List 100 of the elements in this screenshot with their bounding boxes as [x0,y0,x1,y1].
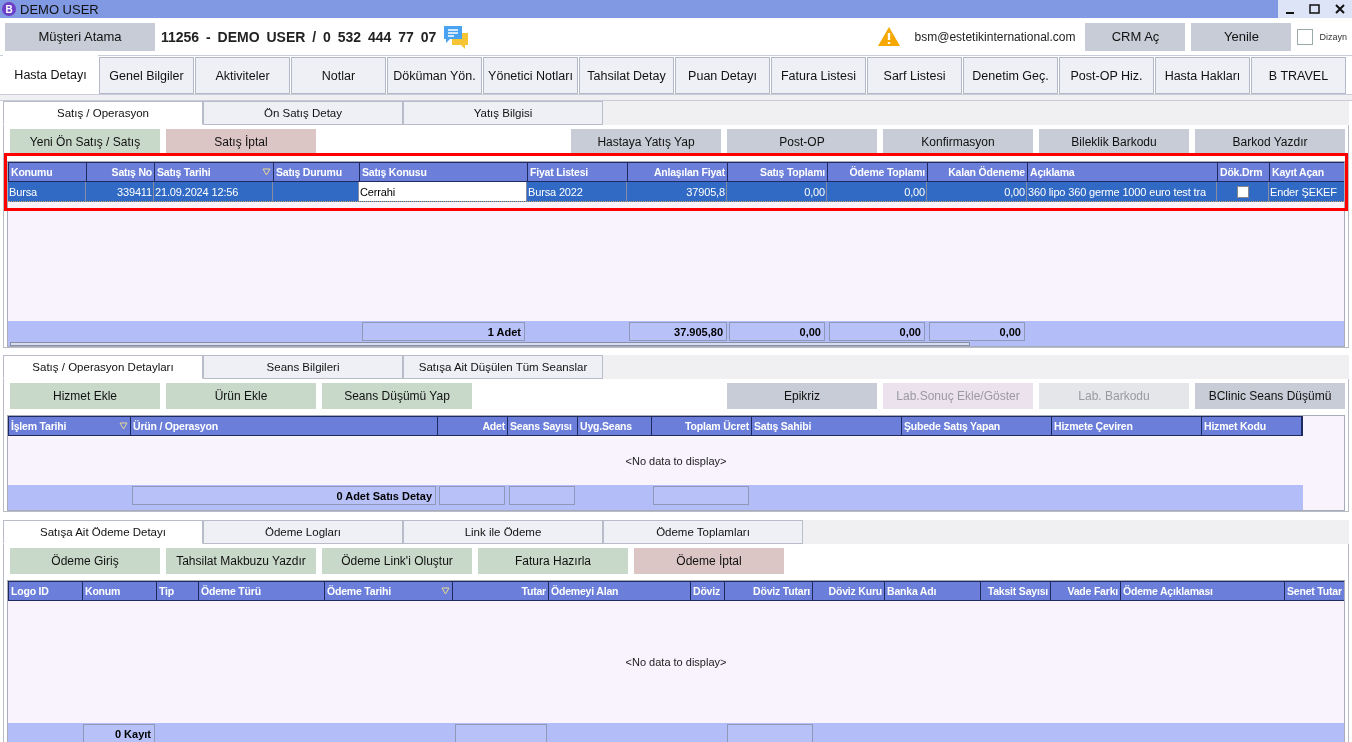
column-header[interactable]: Satış Durumu [274,163,360,181]
column-header[interactable]: Satış No [87,163,155,181]
sub-tab[interactable]: Satışa Ait Ödeme Detayı [3,520,203,544]
column-header[interactable]: Vade Farkı [1051,582,1121,600]
column-header[interactable]: Konumu [9,163,87,181]
column-header[interactable]: Satış Sahibi [752,417,902,435]
column-header[interactable]: Fiyat Listesi [528,163,628,181]
sub-tab[interactable]: Yatış Bilgisi [403,101,603,125]
column-header[interactable]: Senet Tutar [1285,582,1344,600]
action-button[interactable]: Post-OP [727,129,877,155]
maximize-icon[interactable] [1309,4,1321,14]
main-tab[interactable]: Puan Detayı [675,57,770,94]
main-tab[interactable]: Genel Bilgiler [99,57,194,94]
table-cell: Ender ŞEKEF [1269,182,1344,201]
warning-icon[interactable] [876,26,901,47]
column-header[interactable]: Konum [83,582,157,600]
action-button[interactable]: Satış İptal [166,129,316,155]
column-header[interactable]: Kayıt Açan [1270,163,1344,181]
empty-message: <No data to display> [625,656,727,668]
main-tab[interactable]: Aktiviteler [195,57,290,94]
main-tab[interactable]: Tahsilat Detay [579,57,674,94]
checkbox[interactable] [1236,185,1249,198]
sort-icon[interactable] [441,587,450,595]
action-button[interactable]: Seans Düşümü Yap [322,383,472,409]
action-button[interactable]: Epikriz [727,383,877,409]
grid-row[interactable]: Bursa 339411 21.09.2024 12:56 Cerrahi Bursa 2022 37905,8 0,00 0,00 0,00 360 lipo 360 germe 1000 euro test tra Ender ŞEKEF [8,182,1344,202]
column-header[interactable]: Döviz Kuru [813,582,885,600]
column-header[interactable]: Ödeme Açıklaması [1121,582,1285,600]
main-tab[interactable]: Döküman Yön. [387,57,482,94]
sub-tab[interactable]: Ödeme Logları [203,520,403,544]
action-button[interactable]: Bileklik Barkodu [1039,129,1189,155]
action-button[interactable]: Konfirmasyon [883,129,1033,155]
column-header[interactable]: Ödeme Türü [199,582,325,600]
column-header[interactable]: Döviz Tutarı [725,582,813,600]
sub-tab[interactable]: Satışa Ait Düşülen Tüm Seanslar [403,355,603,379]
chat-icon[interactable] [442,23,471,50]
column-header[interactable]: Ödeme Toplamı [828,163,928,181]
column-header[interactable]: Taksit Sayısı [981,582,1051,600]
summary-cell: 0 Kayıt [83,724,155,742]
sub-tab[interactable]: Satış / Operasyon [3,101,203,125]
column-header[interactable]: Ürün / Operasyon [131,417,438,435]
action-button[interactable]: Yeni Ön Satış / Satış [10,129,160,155]
close-icon[interactable] [1334,4,1345,14]
column-header[interactable]: Anlaşılan Fiyat [628,163,728,181]
sub-tab[interactable]: Seans Bilgileri [203,355,403,379]
column-header[interactable]: Döviz [691,582,725,600]
column-header[interactable]: İşlem Tarihi [9,417,131,435]
column-header[interactable]: Logo ID [9,582,83,600]
main-tab[interactable]: Hasta Hakları [1155,57,1250,94]
action-button[interactable]: Ürün Ekle [166,383,316,409]
summary-cell: 1 Adet [362,322,525,341]
main-tab[interactable]: B TRAVEL [1251,57,1346,94]
column-header[interactable]: Hizmete Çeviren [1052,417,1202,435]
action-button[interactable]: Fatura Hazırla [478,548,628,574]
column-header[interactable]: Adet [438,417,508,435]
column-header[interactable]: Toplam Ücret [652,417,752,435]
column-header[interactable]: Banka Adı [885,582,981,600]
action-button[interactable]: Barkod Yazdır [1195,129,1345,155]
action-button[interactable]: Ödeme İptal [634,548,784,574]
action-button[interactable]: Ödeme Giriş [10,548,160,574]
column-header[interactable]: Dök.Drm [1218,163,1270,181]
column-header[interactable]: Kalan Ödeneme [928,163,1028,181]
scrollbar[interactable] [10,342,970,346]
app-logo: B [2,2,16,16]
column-header[interactable]: Şubede Satış Yapan [902,417,1052,435]
sub-tab[interactable]: Satış / Operasyon Detayları [3,355,203,379]
sort-icon[interactable] [119,422,128,430]
column-header[interactable]: Satış Tarihi [155,163,274,181]
column-header[interactable]: Tutar [453,582,549,600]
action-button[interactable]: BClinic Seans Düşümü [1195,383,1345,409]
sub-tab[interactable]: Ödeme Toplamları [603,520,803,544]
table-cell: 339411 [86,182,154,201]
sub-tab[interactable]: Link ile Ödeme [403,520,603,544]
main-tab[interactable]: Sarf Listesi [867,57,962,94]
summary-cell: 0,00 [929,322,1025,341]
window-title: DEMO USER [20,1,99,17]
column-header[interactable]: Ödemeyi Alan [549,582,691,600]
assign-customer-button[interactable]: Müşteri Atama [5,22,155,51]
column-header[interactable]: Seans Sayısı [508,417,578,435]
column-header[interactable]: Tip [157,582,199,600]
column-header[interactable]: Satış Toplamı [728,163,828,181]
design-checkbox[interactable] [1297,28,1314,45]
column-header[interactable]: Uyg.Seans [578,417,652,435]
action-button[interactable]: Hizmet Ekle [10,383,160,409]
main-tab[interactable]: Fatura Listesi [771,57,866,94]
column-header[interactable]: Ödeme Tarihi [325,582,453,600]
sort-icon[interactable] [262,168,271,176]
action-button[interactable]: Ödeme Link'i Oluştur [322,548,472,574]
column-header[interactable]: Açıklama [1028,163,1218,181]
action-button[interactable]: Tahsilat Makbuzu Yazdır [166,548,316,574]
main-tab[interactable]: Denetim Geç. [963,57,1058,94]
main-tab[interactable]: Notlar [291,57,386,94]
sub-tab[interactable]: Ön Satış Detay [203,101,403,125]
column-header[interactable]: Satış Konusu [360,163,528,181]
main-tab[interactable]: Post-OP Hiz. [1059,57,1154,94]
refresh-button[interactable]: Yenile [1191,22,1292,51]
column-header[interactable]: Hizmet Kodu [1202,417,1302,435]
main-tab[interactable]: Yönetici Notları [483,57,578,94]
open-crm-button[interactable]: CRM Aç [1085,22,1186,51]
action-button[interactable]: Hastaya Yatış Yap [571,129,721,155]
